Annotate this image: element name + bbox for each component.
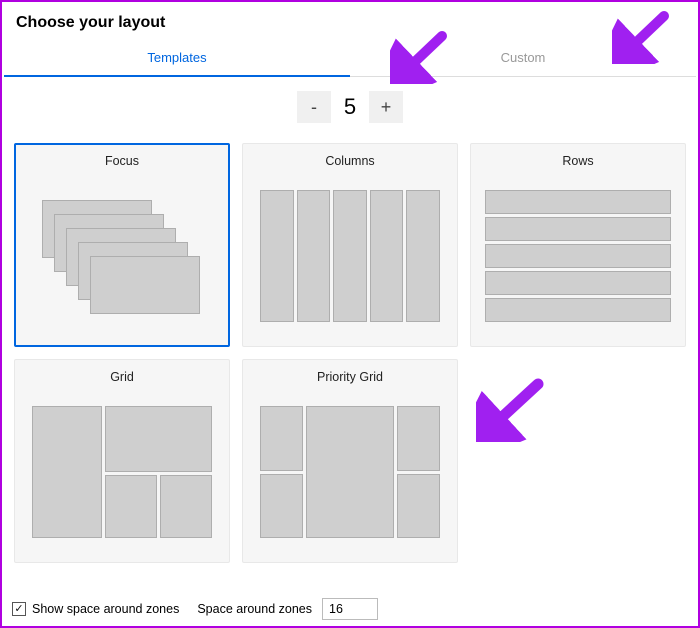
zone-count-value: 5	[337, 94, 363, 120]
template-card-priority-grid[interactable]: Priority Grid	[242, 359, 458, 563]
grid-preview	[25, 394, 219, 550]
checkbox-icon[interactable]: ✓	[12, 602, 26, 616]
footer-bar: ✓ Show space around zones Space around z…	[12, 598, 688, 620]
space-around-label: Space around zones	[197, 602, 312, 616]
space-around-wrap: Space around zones 16	[197, 598, 378, 620]
space-around-input[interactable]: 16	[322, 598, 378, 620]
template-grid: Focus Columns Rows G	[2, 131, 698, 571]
rows-preview	[481, 178, 675, 334]
card-title: Priority Grid	[317, 370, 383, 384]
zone-count-stepper: - 5 +	[2, 77, 698, 131]
increase-button[interactable]: +	[369, 91, 403, 123]
show-space-checkbox-wrap[interactable]: ✓ Show space around zones	[12, 602, 179, 616]
card-title: Columns	[325, 154, 374, 168]
template-card-grid[interactable]: Grid	[14, 359, 230, 563]
focus-preview	[25, 178, 219, 334]
show-space-label: Show space around zones	[32, 602, 179, 616]
template-card-rows[interactable]: Rows	[470, 143, 686, 347]
template-card-columns[interactable]: Columns	[242, 143, 458, 347]
card-title: Rows	[562, 154, 593, 168]
tab-bar: Templates Custom	[4, 42, 696, 77]
columns-preview	[253, 178, 447, 334]
layout-chooser-window: Choose your layout Templates Custom - 5 …	[0, 0, 700, 628]
card-title: Grid	[110, 370, 134, 384]
template-card-focus[interactable]: Focus	[14, 143, 230, 347]
page-title: Choose your layout	[2, 2, 698, 42]
card-title: Focus	[105, 154, 139, 168]
tab-custom[interactable]: Custom	[350, 42, 696, 77]
tab-templates[interactable]: Templates	[4, 42, 350, 77]
decrease-button[interactable]: -	[297, 91, 331, 123]
priority-grid-preview	[253, 394, 447, 550]
